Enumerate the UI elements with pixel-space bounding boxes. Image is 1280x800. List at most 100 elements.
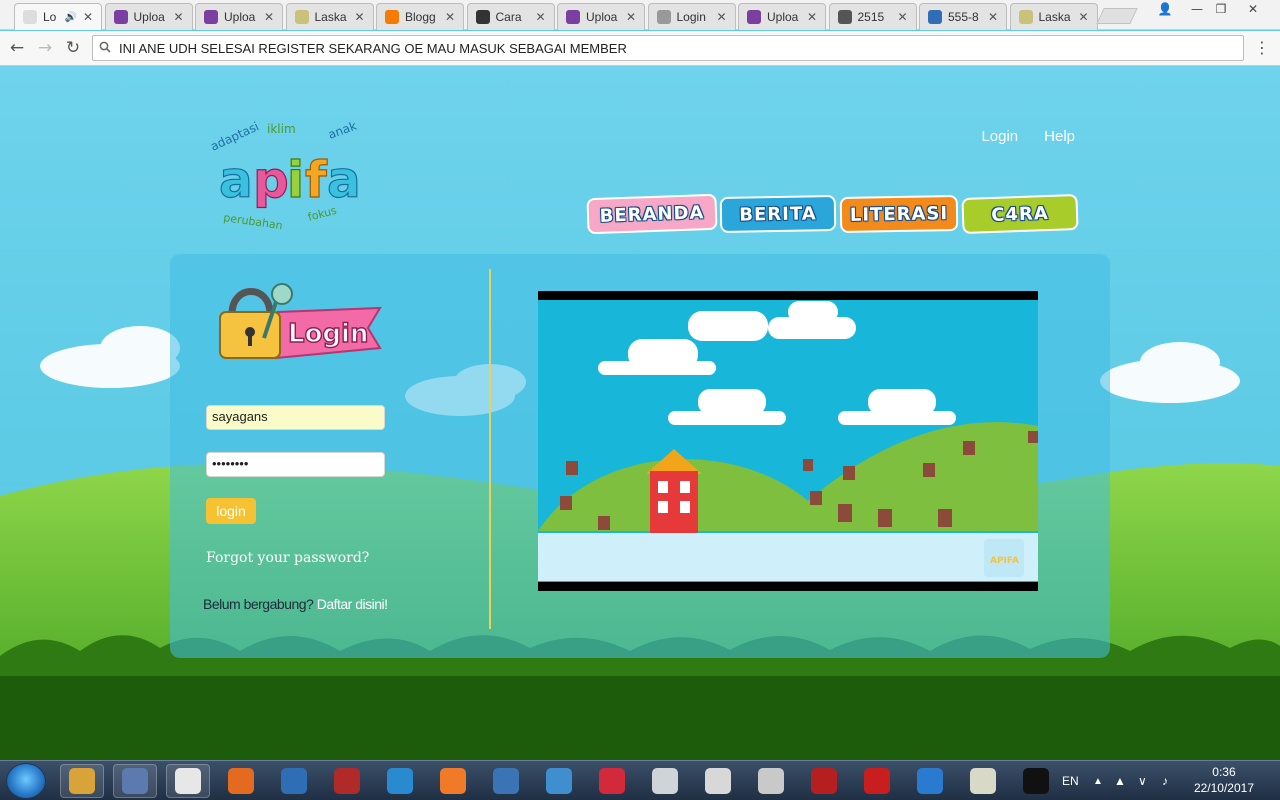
language-indicator[interactable]: EN [1062, 761, 1079, 800]
kaskus-icon [1018, 10, 1033, 24]
browser-tab[interactable]: 2515 ✕ [828, 3, 917, 30]
tab-close-icon[interactable]: ✕ [172, 10, 186, 24]
tab-title: Cara [495, 10, 522, 24]
tray-network-icon[interactable]: ▲ [1114, 761, 1126, 800]
forward-arrow-icon[interactable]: → [34, 37, 56, 59]
svg-text:iklim: iklim [267, 122, 296, 136]
tab-close-icon[interactable]: ✕ [1077, 10, 1091, 24]
password-input[interactable]: •••••••• [206, 452, 385, 477]
tab-title: Laska [314, 10, 347, 24]
tab-close-icon[interactable]: ✕ [443, 10, 457, 24]
wireshark-icon-glyph [387, 768, 413, 794]
top-login-link[interactable]: Login [981, 128, 1018, 145]
restore-button[interactable]: ❐ [1208, 0, 1234, 18]
imgur-icon [566, 10, 580, 24]
network-icon[interactable] [272, 764, 316, 798]
tray-volume-icon[interactable]: ♪ [1162, 761, 1168, 800]
xampp-icon[interactable] [431, 764, 475, 798]
snipping-tool-icon[interactable] [749, 764, 793, 798]
js-icon [928, 10, 942, 24]
browser-tab[interactable]: Uploa ✕ [104, 3, 193, 30]
browser-tab[interactable]: Laska ✕ [285, 3, 374, 30]
reload-icon[interactable]: ↻ [62, 37, 84, 59]
browser-tab[interactable]: Uploa ✕ [195, 3, 283, 30]
globe-network-icon[interactable] [537, 764, 581, 798]
intro-video[interactable]: APIFA [538, 291, 1038, 591]
minimize-button[interactable]: — [1184, 0, 1210, 18]
browser-tab[interactable]: Uploa ✕ [557, 3, 645, 30]
user-profile-icon[interactable]: 👤 [1152, 0, 1178, 18]
forgot-password-link[interactable]: Forgot your password? [206, 550, 369, 566]
tab-title: Uploa [224, 10, 256, 24]
kaskus-icon [294, 10, 309, 24]
apifa-logo[interactable]: adaptasi iklim anak a p i f a perubahan … [205, 121, 370, 231]
nav-tab-beranda[interactable]: BERANDA [586, 193, 718, 235]
browser-tab[interactable]: Lo 🔊 ✕ [14, 3, 102, 30]
taskbar-clock[interactable]: 0:36 22/10/2017 [1194, 764, 1254, 796]
top-help-link[interactable]: Help [1044, 128, 1075, 145]
tab-title: Blogg [405, 10, 436, 24]
username-input[interactable]: sayagans [206, 405, 385, 430]
browser-tab[interactable]: 555-8 ✕ [919, 3, 1007, 30]
new-tab-button[interactable] [1096, 8, 1138, 24]
shark-icon[interactable] [908, 764, 952, 798]
tab-close-icon[interactable]: ✕ [534, 10, 548, 24]
browser-tab[interactable]: Laska ✕ [1009, 3, 1098, 30]
back-arrow-icon[interactable]: ← [6, 37, 28, 59]
chrome-icon[interactable] [166, 764, 210, 798]
tab-close-icon[interactable]: ✕ [986, 10, 1000, 24]
tab-close-icon[interactable]: ✕ [353, 10, 367, 24]
explorer-icon-glyph [69, 768, 95, 794]
tab-close-icon[interactable]: ✕ [805, 10, 819, 24]
snipping-tool-icon-glyph [758, 768, 784, 794]
nav-literasi-label: LITERASI [849, 202, 949, 226]
ruby-icon[interactable] [855, 764, 899, 798]
inkscape-icon-glyph [652, 768, 678, 794]
video-watermark: APIFA [990, 556, 1019, 566]
clock-time: 0:36 [1212, 765, 1236, 779]
login-badge-graphic: Login [219, 283, 382, 360]
login-button[interactable]: login [206, 498, 256, 524]
browser-tab[interactable]: Blogg ✕ [376, 3, 464, 30]
presentation-icon-glyph [705, 768, 731, 794]
close-window-button[interactable]: ✕ [1240, 0, 1266, 18]
tab-title: Laska [1038, 10, 1071, 24]
cmd-icon[interactable] [1014, 764, 1058, 798]
nav-tab-berita[interactable]: BERITA [719, 194, 837, 234]
browser-tab[interactable]: Cara ✕ [466, 3, 555, 30]
tab-close-icon[interactable]: ✕ [896, 10, 910, 24]
presentation-icon[interactable] [696, 764, 740, 798]
tab-audio-icon[interactable]: 🔊 [65, 12, 77, 23]
firefox-icon[interactable] [219, 764, 263, 798]
nav-tab-literasi[interactable]: LITERASI [839, 194, 959, 234]
radiation-icon-glyph [334, 768, 360, 794]
inkscape-icon[interactable] [643, 764, 687, 798]
nav-tab-cara[interactable]: C4RA [961, 193, 1079, 235]
dots-app-icon[interactable] [590, 764, 634, 798]
tray-expand-icon[interactable]: ▲ [1093, 761, 1103, 800]
tab-close-icon[interactable]: ✕ [262, 10, 276, 24]
start-button[interactable] [6, 763, 46, 799]
notes-icon[interactable] [961, 764, 1005, 798]
network-icon-glyph [281, 768, 307, 794]
login-badge-text: Login [288, 319, 368, 349]
explorer-icon[interactable] [60, 764, 104, 798]
python-icon[interactable] [484, 764, 528, 798]
tab-close-icon[interactable]: ✕ [81, 10, 95, 24]
tab-close-icon[interactable]: ✕ [715, 10, 729, 24]
filezilla-icon[interactable] [802, 764, 846, 798]
join-question: Belum bergabung? [203, 596, 314, 612]
svg-text:perubahan: perubahan [223, 211, 284, 231]
wireshark-icon[interactable] [378, 764, 422, 798]
browser-tab[interactable]: Uploa ✕ [738, 3, 826, 30]
radiation-icon[interactable] [325, 764, 369, 798]
document-icon [23, 10, 37, 24]
tray-signal-icon[interactable]: ∨ [1138, 761, 1147, 800]
register-link[interactable]: Daftar disini! [317, 596, 388, 612]
tab-title: Lo [43, 10, 57, 24]
browser-tab[interactable]: Login ✕ [647, 3, 736, 30]
media-player-icon[interactable] [113, 764, 157, 798]
tab-close-icon[interactable]: ✕ [624, 10, 638, 24]
address-bar[interactable]: INI ANE UDH SELESAI REGISTER SEKARANG OE… [92, 35, 1244, 61]
browser-menu-icon[interactable]: ⋮ [1252, 38, 1272, 57]
